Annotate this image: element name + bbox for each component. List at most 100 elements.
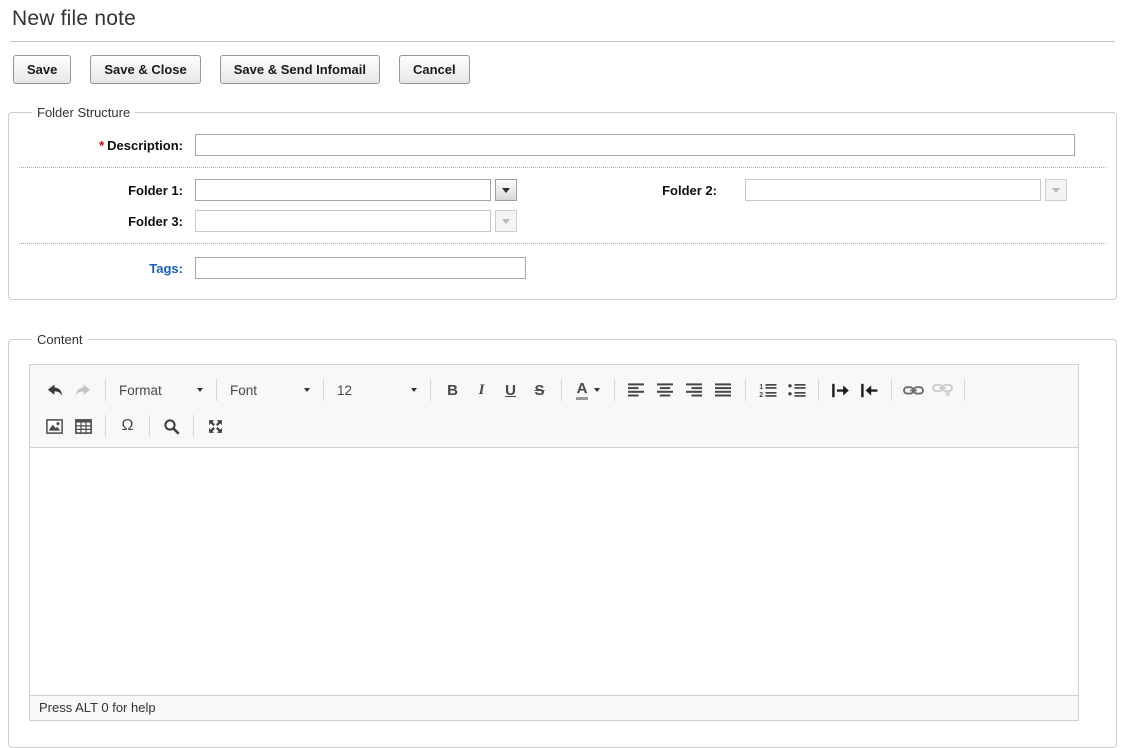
align-left-button[interactable] [623,377,650,404]
tags-input[interactable] [195,257,526,279]
undo-icon [45,382,64,399]
align-justify-icon [715,383,732,397]
chevron-down-icon [1052,188,1060,193]
toolbar-separator [105,379,106,401]
image-icon [46,419,63,434]
save-and-send-infomail-button[interactable]: Save & Send Infomail [220,55,380,84]
dotted-divider [19,243,1106,244]
tags-label[interactable]: Tags: [27,261,183,276]
font-size-dropdown[interactable]: 12 [331,377,423,404]
maximize-button[interactable] [202,413,229,440]
font-size-value: 12 [337,383,352,398]
toolbar-row-1: Format Font 12 B I [40,371,1068,409]
outdent-button[interactable] [856,377,883,404]
chevron-down-icon [304,388,310,392]
insert-table-button[interactable] [70,413,97,440]
toolbar-separator [323,379,324,401]
format-dropdown[interactable]: Format [113,377,209,404]
text-color-button[interactable]: A [570,377,606,404]
svg-text:1: 1 [759,384,763,391]
toolbar-separator [430,379,431,401]
align-justify-button[interactable] [710,377,737,404]
toolbar-separator [149,415,150,437]
redo-icon [74,382,93,399]
align-right-button[interactable] [681,377,708,404]
cancel-button[interactable]: Cancel [399,55,470,84]
bulleted-list-button[interactable] [783,377,810,404]
folder-structure-fieldset: Folder Structure *Description: Folder 1:… [8,105,1117,300]
align-center-icon [657,383,674,397]
numbered-list-button[interactable]: 12 [754,377,781,404]
action-button-bar: Save Save & Close Save & Send Infomail C… [13,55,1117,84]
dotted-divider [19,167,1106,168]
folder3-input [195,210,491,232]
toolbar-separator [105,415,106,437]
toolbar-separator [818,379,819,401]
content-legend: Content [32,332,88,347]
toolbar-separator [193,415,194,437]
special-character-button[interactable]: Ω [114,413,141,440]
align-right-icon [686,383,703,397]
page-title: New file note [12,7,1113,31]
folder3-row: Folder 3: [27,210,1098,232]
italic-button[interactable]: I [468,377,495,404]
underline-button[interactable]: U [497,377,524,404]
folder1-dropdown-button[interactable] [495,179,517,201]
folder3-label: Folder 3: [27,214,183,229]
page: New file note Save Save & Close Save & S… [0,0,1125,748]
bold-button[interactable]: B [439,377,466,404]
svg-text:2: 2 [759,392,763,398]
search-icon [163,418,180,435]
editor-status-bar: Press ALT 0 for help [30,695,1078,720]
maximize-icon [207,418,224,435]
align-center-button[interactable] [652,377,679,404]
tags-row: Tags: [27,257,1098,279]
format-dropdown-label: Format [119,383,162,398]
description-row: *Description: [27,134,1098,156]
chevron-down-icon [197,388,203,392]
font-dropdown-label: Font [230,383,257,398]
align-left-icon [628,383,645,397]
chevron-down-icon [594,388,600,392]
folder2-input [745,179,1041,201]
indent-icon [831,383,850,398]
folder-structure-legend: Folder Structure [32,105,135,120]
chevron-down-icon [502,188,510,193]
text-color-icon: A [576,381,589,400]
rich-text-editor: Format Font 12 B I [29,364,1079,721]
chevron-down-icon [502,219,510,224]
folder1-input[interactable] [195,179,491,201]
toolbar-separator [964,379,965,401]
find-button[interactable] [158,413,185,440]
link-button[interactable] [900,377,927,404]
page-header: New file note [10,0,1115,42]
editor-body[interactable] [30,448,1078,695]
toolbar-separator [216,379,217,401]
toolbar-separator [745,379,746,401]
undo-button[interactable] [41,377,68,404]
omega-icon: Ω [122,417,134,435]
description-label: *Description: [27,138,183,153]
numbered-list-icon: 12 [759,383,777,398]
folder2-dropdown-button [1045,179,1067,201]
unlink-icon [932,383,953,397]
font-dropdown[interactable]: Font [224,377,316,404]
save-and-close-button[interactable]: Save & Close [90,55,200,84]
folder2-label: Folder 2: [517,183,717,198]
redo-button [70,377,97,404]
description-input[interactable] [195,134,1075,156]
strikethrough-icon: S [534,382,544,399]
folder3-combobox [195,210,517,232]
editor-toolbar: Format Font 12 B I [30,365,1078,448]
toolbar-row-2: Ω [40,409,1068,443]
bulleted-list-icon [788,383,806,398]
chevron-down-icon [411,388,417,392]
save-button[interactable]: Save [13,55,71,84]
link-icon [903,384,924,397]
folder2-combobox [745,179,1067,201]
indent-button[interactable] [827,377,854,404]
toolbar-separator [614,379,615,401]
unlink-button [929,377,956,404]
insert-image-button[interactable] [41,413,68,440]
strikethrough-button[interactable]: S [526,377,553,404]
